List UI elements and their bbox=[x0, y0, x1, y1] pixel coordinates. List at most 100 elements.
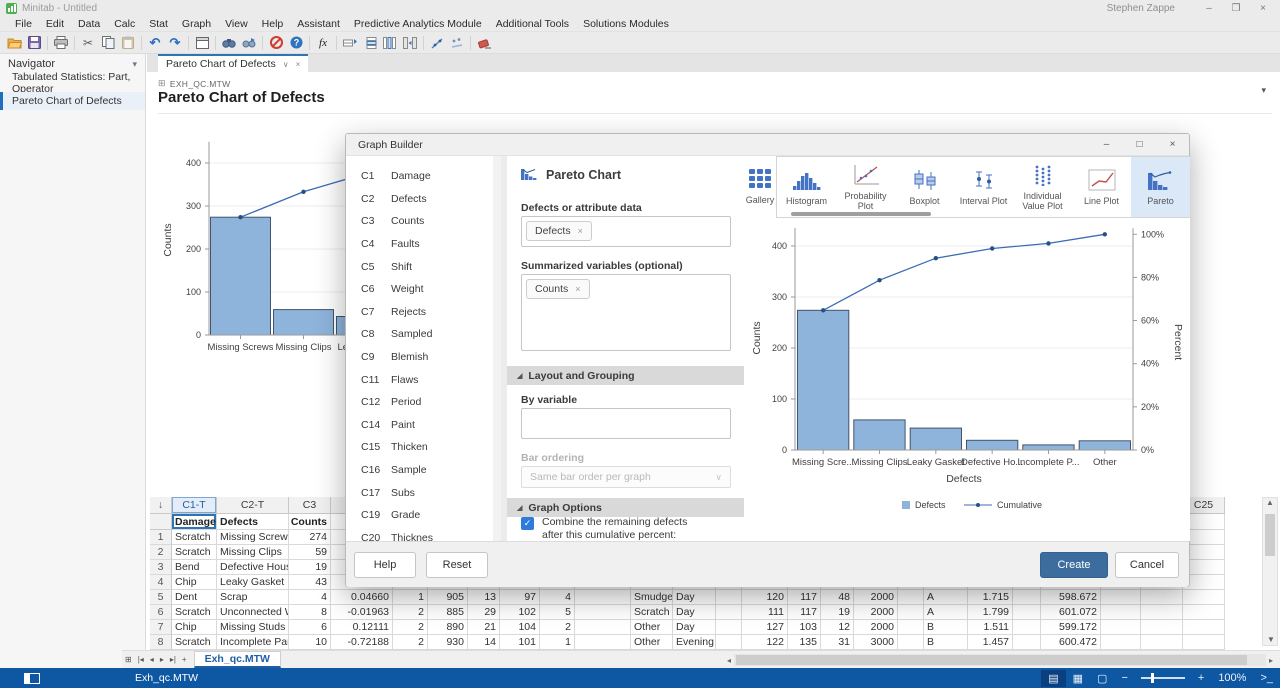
next-sheet-icon[interactable]: ▸ bbox=[157, 655, 167, 664]
data-cell[interactable]: Dent bbox=[172, 590, 217, 605]
data-cell[interactable]: 43 bbox=[289, 575, 331, 590]
data-cell[interactable]: 111 bbox=[742, 605, 788, 620]
worksheet-view-icon[interactable]: ▤ bbox=[1041, 670, 1065, 687]
data-cell[interactable]: 117 bbox=[788, 605, 821, 620]
data-cell[interactable]: 598.672 bbox=[1041, 590, 1101, 605]
insert-cells-icon[interactable] bbox=[340, 34, 360, 52]
dialog-close-button[interactable]: × bbox=[1156, 139, 1189, 150]
add-sheet-icon[interactable]: + bbox=[179, 655, 190, 664]
prev-sheet-icon[interactable]: ◂ bbox=[147, 655, 157, 664]
data-cell[interactable] bbox=[1101, 635, 1141, 650]
column-item-c6[interactable]: C6Weight bbox=[346, 278, 493, 301]
menu-calc[interactable]: Calc bbox=[107, 18, 142, 30]
data-cell[interactable]: 6 bbox=[289, 620, 331, 635]
column-item-c7[interactable]: C7Rejects bbox=[346, 301, 493, 324]
panel-layout-icon[interactable] bbox=[24, 673, 40, 684]
remove-chip-icon[interactable]: × bbox=[575, 284, 580, 294]
data-cell[interactable]: Scratch bbox=[172, 635, 217, 650]
data-cell[interactable]: Chip bbox=[172, 575, 217, 590]
data-cell[interactable]: 59 bbox=[289, 545, 331, 560]
undo-icon[interactable]: ↶ bbox=[145, 34, 165, 52]
menu-stat[interactable]: Stat bbox=[142, 18, 175, 30]
column-list-scrollbar[interactable] bbox=[493, 156, 501, 541]
new-window-icon[interactable] bbox=[192, 34, 212, 52]
data-cell[interactable]: Scratch bbox=[172, 530, 217, 545]
data-cell[interactable]: Evening bbox=[673, 635, 716, 650]
data-cell[interactable]: 117 bbox=[788, 590, 821, 605]
row-number-3[interactable]: 3 bbox=[150, 560, 172, 575]
row-number-8[interactable]: 8 bbox=[150, 635, 172, 650]
data-cell[interactable]: 600.472 bbox=[1041, 635, 1101, 650]
grid-corner-cell[interactable]: ↓ bbox=[150, 497, 172, 514]
reset-button[interactable]: Reset bbox=[426, 552, 488, 578]
menu-assistant[interactable]: Assistant bbox=[290, 18, 347, 30]
column-item-c2[interactable]: C2Defects bbox=[346, 188, 493, 211]
data-cell[interactable]: Scratch bbox=[631, 605, 673, 620]
data-cell[interactable] bbox=[1141, 635, 1183, 650]
data-cell[interactable] bbox=[1183, 590, 1225, 605]
column-item-c3[interactable]: C3Counts bbox=[346, 210, 493, 233]
data-cell[interactable]: 19 bbox=[289, 560, 331, 575]
data-cell[interactable]: 601.072 bbox=[1041, 605, 1101, 620]
tab-pareto-chart-of-defects[interactable]: Pareto Chart of Defects ∨ × bbox=[158, 54, 308, 72]
grid-view-icon[interactable]: ▦ bbox=[1066, 670, 1090, 687]
bar-ordering-select[interactable]: Same bar order per graph ∨ bbox=[521, 466, 731, 488]
data-cell[interactable] bbox=[898, 605, 924, 620]
menu-predictive-analytics-module[interactable]: Predictive Analytics Module bbox=[347, 18, 489, 30]
minimize-button[interactable]: – bbox=[1198, 3, 1220, 14]
data-cell[interactable]: 2000 bbox=[854, 620, 898, 635]
by-variable-field[interactable] bbox=[521, 408, 731, 439]
dialog-minimize-button[interactable]: – bbox=[1090, 139, 1123, 150]
row-number-2[interactable]: 2 bbox=[150, 545, 172, 560]
row-number-5[interactable]: 5 bbox=[150, 590, 172, 605]
data-cell[interactable]: Missing Studs bbox=[217, 620, 289, 635]
scrollbar-thumb[interactable] bbox=[736, 655, 1247, 665]
redo-icon[interactable]: ↷ bbox=[165, 34, 185, 52]
data-cell[interactable] bbox=[1013, 590, 1041, 605]
data-cell[interactable]: 13 bbox=[468, 590, 500, 605]
eraser-icon[interactable] bbox=[474, 34, 494, 52]
copy-icon[interactable] bbox=[98, 34, 118, 52]
data-cell[interactable]: Day bbox=[673, 590, 716, 605]
data-cell[interactable]: Scratch bbox=[172, 605, 217, 620]
scroll-left-icon[interactable]: ◂ bbox=[724, 656, 734, 665]
annotate-graph-icon[interactable] bbox=[447, 34, 467, 52]
close-button[interactable]: × bbox=[1252, 3, 1274, 14]
data-cell[interactable]: 31 bbox=[821, 635, 854, 650]
data-cell[interactable]: 599.172 bbox=[1041, 620, 1101, 635]
gallery-scrollbar-thumb[interactable] bbox=[791, 212, 931, 216]
data-cell[interactable] bbox=[1013, 605, 1041, 620]
row-number-4[interactable]: 4 bbox=[150, 575, 172, 590]
data-cell[interactable]: 135 bbox=[788, 635, 821, 650]
data-cell[interactable] bbox=[1013, 635, 1041, 650]
data-cell[interactable]: 104 bbox=[500, 620, 540, 635]
data-cell[interactable] bbox=[716, 590, 742, 605]
data-cell[interactable]: Incomplete Part bbox=[217, 635, 289, 650]
data-cell[interactable] bbox=[1101, 620, 1141, 635]
paste-icon[interactable] bbox=[118, 34, 138, 52]
data-cell[interactable]: Leaky Gasket bbox=[217, 575, 289, 590]
create-button[interactable]: Create bbox=[1040, 552, 1108, 578]
insert-columns-icon[interactable] bbox=[380, 34, 400, 52]
data-cell[interactable]: Unconnected Wir bbox=[217, 605, 289, 620]
data-cell[interactable]: 122 bbox=[742, 635, 788, 650]
data-cell[interactable] bbox=[1183, 635, 1225, 650]
first-sheet-icon[interactable]: |◂ bbox=[135, 655, 147, 664]
column-item-c14[interactable]: C14Paint bbox=[346, 414, 493, 437]
data-cell[interactable]: 3000 bbox=[854, 635, 898, 650]
column-item-c4[interactable]: C4Faults bbox=[346, 233, 493, 256]
remove-chip-icon[interactable]: × bbox=[578, 226, 583, 236]
menu-file[interactable]: File bbox=[8, 18, 39, 30]
data-cell[interactable]: 890 bbox=[428, 620, 468, 635]
column-item-c12[interactable]: C12Period bbox=[346, 391, 493, 414]
column-item-c1[interactable]: C1Damage bbox=[346, 165, 493, 188]
dialog-maximize-button[interactable]: □ bbox=[1123, 139, 1156, 150]
data-cell[interactable]: B bbox=[924, 635, 968, 650]
data-cell[interactable]: 101 bbox=[500, 635, 540, 650]
sheet-tab-exh-qc[interactable]: Exh_qc.MTW bbox=[194, 651, 281, 668]
chevron-down-icon[interactable]: ∨ bbox=[283, 60, 289, 69]
layout-grouping-section[interactable]: ◢ Layout and Grouping bbox=[507, 366, 744, 385]
row-number-6[interactable]: 6 bbox=[150, 605, 172, 620]
data-cell[interactable]: Scrap bbox=[217, 590, 289, 605]
menu-data[interactable]: Data bbox=[71, 18, 107, 30]
